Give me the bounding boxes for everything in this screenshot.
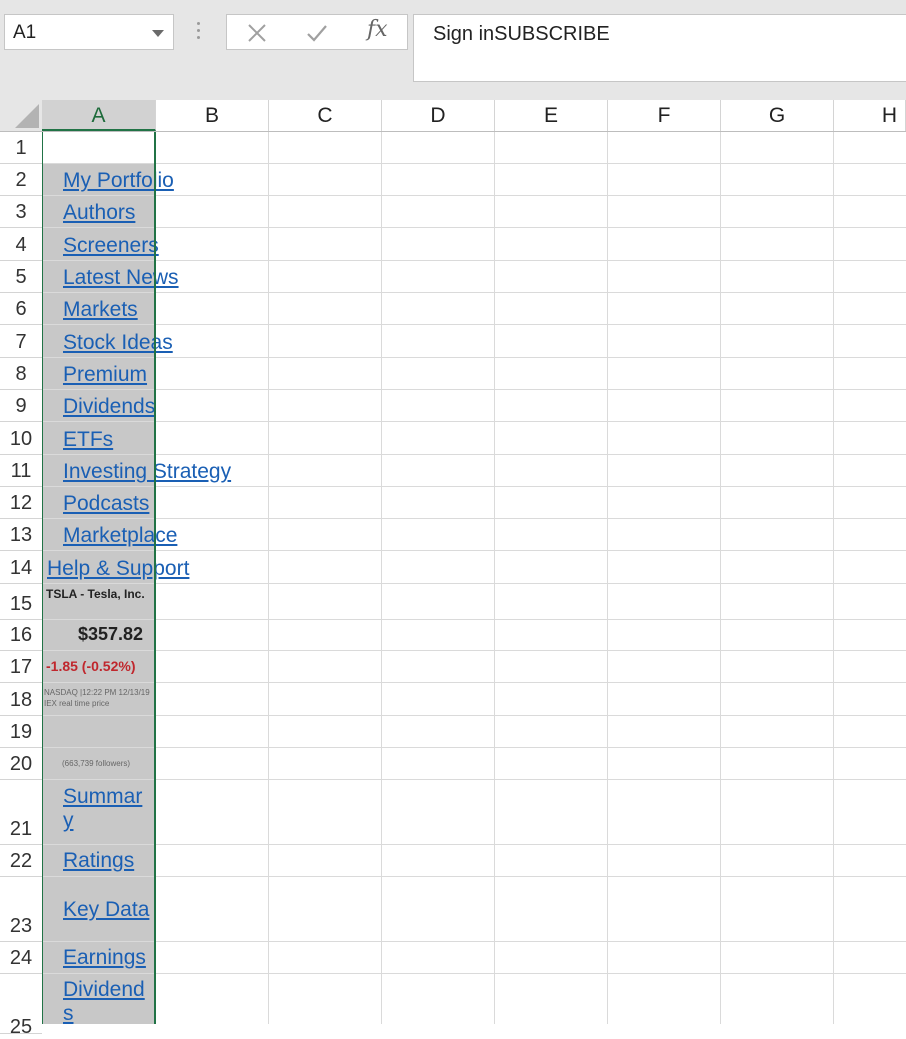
- formula-toolbar: A1 fx Sign inSUBSCRIBE: [0, 0, 906, 100]
- row-header[interactable]: 14: [0, 551, 42, 584]
- column-header-a[interactable]: A: [42, 100, 156, 131]
- insert-function-button[interactable]: fx: [367, 17, 388, 42]
- row-header[interactable]: 4: [0, 228, 42, 261]
- row-header[interactable]: 3: [0, 196, 42, 228]
- link-podcasts[interactable]: Podcasts: [63, 492, 149, 516]
- link-earnings[interactable]: Earnings: [63, 946, 146, 970]
- link-dividends[interactable]: Dividends: [63, 395, 155, 419]
- select-all-button[interactable]: [0, 100, 42, 131]
- column-headers: A B C D E F G H: [0, 100, 906, 132]
- chevron-down-icon[interactable]: [152, 30, 164, 37]
- row-header[interactable]: 2: [0, 164, 42, 196]
- row-header[interactable]: 1: [0, 132, 42, 164]
- name-box[interactable]: A1: [4, 14, 174, 50]
- name-box-value: A1: [13, 22, 37, 43]
- row-header[interactable]: 19: [0, 716, 42, 748]
- row-header[interactable]: 11: [0, 455, 42, 487]
- row-header[interactable]: 12: [0, 487, 42, 519]
- followers-count: (663,739 followers): [62, 759, 131, 768]
- link-my-portfolio[interactable]: My Portfolio: [63, 169, 174, 193]
- link-summary[interactable]: Summar y: [63, 785, 142, 833]
- link-markets[interactable]: Markets: [63, 298, 138, 322]
- row-header[interactable]: 6: [0, 293, 42, 325]
- check-icon[interactable]: [304, 21, 330, 45]
- stock-price: $357.82: [78, 624, 144, 644]
- column-header-d[interactable]: D: [382, 100, 495, 131]
- more-options-icon[interactable]: [197, 22, 201, 42]
- link-marketplace[interactable]: Marketplace: [63, 524, 177, 548]
- cell-grid[interactable]: My Portfolio Authors Screeners Latest Ne…: [42, 132, 906, 1024]
- row-header[interactable]: 18: [0, 683, 42, 716]
- row-header[interactable]: 10: [0, 422, 42, 455]
- link-etfs[interactable]: ETFs: [63, 428, 113, 452]
- formula-buttons: fx: [226, 14, 408, 50]
- row-header[interactable]: 16: [0, 620, 42, 651]
- link-help-support[interactable]: Help & Support: [47, 557, 189, 581]
- row-header[interactable]: 20: [0, 748, 42, 780]
- link-stock-ideas[interactable]: Stock Ideas: [63, 331, 173, 355]
- row-header[interactable]: 13: [0, 519, 42, 551]
- link-authors[interactable]: Authors: [63, 201, 135, 225]
- row-header[interactable]: 23: [0, 877, 42, 942]
- ticker-name: TSLA - Tesla, Inc.: [46, 587, 145, 601]
- link-dividends-tab[interactable]: Dividend s: [63, 978, 145, 1024]
- row-header[interactable]: 24: [0, 942, 42, 974]
- row-header[interactable]: 22: [0, 845, 42, 877]
- quote-meta: NASDAQ |12:22 PM 12/13/19 IEX real time …: [44, 688, 150, 708]
- row-header[interactable]: 21: [0, 780, 42, 845]
- row-header[interactable]: 25: [0, 974, 42, 1038]
- cancel-icon[interactable]: [244, 21, 270, 45]
- link-investing-strategy[interactable]: Investing Strategy: [63, 460, 231, 484]
- row-header[interactable]: 8: [0, 358, 42, 390]
- row-header[interactable]: 5: [0, 261, 42, 293]
- column-header-f[interactable]: F: [608, 100, 721, 131]
- column-header-g[interactable]: G: [721, 100, 834, 131]
- column-header-e[interactable]: E: [495, 100, 608, 131]
- column-header-b[interactable]: B: [156, 100, 269, 131]
- column-header-c[interactable]: C: [269, 100, 382, 131]
- row-header[interactable]: 9: [0, 390, 42, 422]
- row-header[interactable]: 15: [0, 584, 42, 620]
- formula-content: Sign inSUBSCRIBE: [433, 23, 610, 45]
- formula-input[interactable]: Sign inSUBSCRIBE: [413, 14, 906, 82]
- link-premium[interactable]: Premium: [63, 363, 147, 387]
- link-key-data[interactable]: Key Data: [63, 898, 149, 922]
- link-screeners[interactable]: Screeners: [63, 234, 159, 258]
- link-ratings[interactable]: Ratings: [63, 849, 134, 873]
- column-header-h[interactable]: H: [834, 100, 906, 131]
- link-latest-news[interactable]: Latest News: [63, 266, 179, 290]
- price-change: -1.85 (-0.52%): [46, 658, 136, 674]
- row-header[interactable]: 7: [0, 325, 42, 358]
- row-header[interactable]: 17: [0, 651, 42, 683]
